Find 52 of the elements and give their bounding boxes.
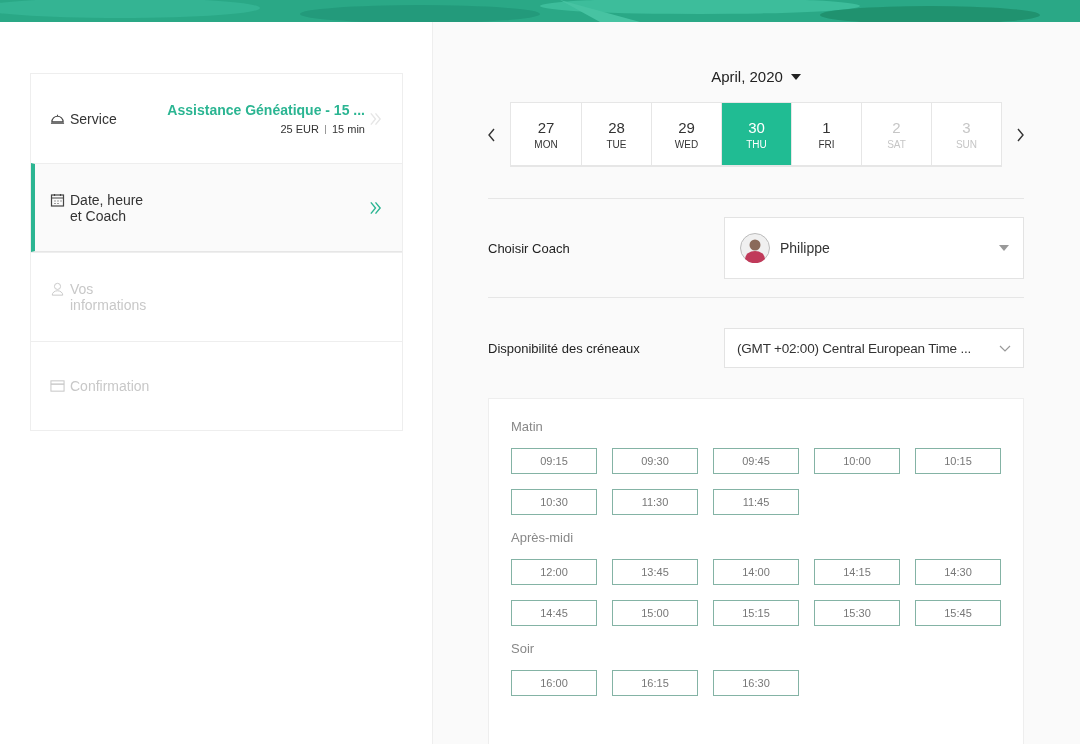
time-slot-button[interactable]: 12:00	[511, 559, 597, 585]
double-chevron-icon	[369, 199, 382, 216]
field-label: Disponibilité des créneaux	[488, 340, 640, 356]
chevron-down-icon	[999, 344, 1011, 352]
time-slot-button[interactable]: 09:15	[511, 448, 597, 474]
time-slot-button[interactable]: 14:00	[713, 559, 799, 585]
previous-icon[interactable]	[488, 127, 496, 142]
month-picker[interactable]: April, 2020	[711, 68, 801, 85]
time-slot-button[interactable]: 16:15	[612, 670, 698, 696]
period-label: Matin	[511, 419, 544, 434]
avatar-icon	[740, 233, 770, 263]
time-slot-button[interactable]: 09:30	[612, 448, 698, 474]
time-slot-button[interactable]: 16:30	[713, 670, 799, 696]
step-item[interactable]: Service Assistance Généatique - 15 ... 25 EUR 15 min	[31, 74, 402, 163]
next-icon[interactable]	[1016, 127, 1024, 142]
time-slot-button[interactable]: 16:00	[511, 670, 597, 696]
time-slot-button[interactable]: 11:30	[612, 489, 698, 515]
caret-icon	[790, 73, 801, 80]
time-slot-button[interactable]: 11:45	[713, 489, 799, 515]
step-item[interactable]: Date, heure et Coach	[31, 163, 402, 252]
period-label: Après-midi	[511, 530, 575, 545]
time-slot-button[interactable]: 15:30	[814, 600, 900, 626]
coach-select[interactable]: Philippe	[724, 217, 1024, 279]
time-slot-button[interactable]: 15:15	[713, 600, 799, 626]
time-slot-button[interactable]: 14:30	[915, 559, 1001, 585]
field-label: Choisir Coach	[488, 240, 570, 256]
timezone-select[interactable]: (GMT +02:00) Central European Time ...	[724, 328, 1024, 368]
period-label: Soir	[511, 641, 536, 656]
person-icon	[50, 282, 65, 296]
time-slot-button[interactable]: 14:15	[814, 559, 900, 585]
service-price: 25 EUR	[280, 123, 319, 135]
time-slot-button[interactable]: 09:45	[713, 448, 799, 474]
step-label: Service	[70, 110, 117, 127]
day-tab[interactable]: 28 TUE	[581, 103, 651, 165]
calendar-icon	[50, 192, 65, 207]
day-tab[interactable]: 29 WED	[651, 103, 721, 165]
service-duration: 15 min	[331, 123, 365, 135]
time-slot-button[interactable]: 10:30	[511, 489, 597, 515]
time-slot-button[interactable]: 10:15	[915, 448, 1001, 474]
step-label: Date, heure et Coach	[70, 191, 145, 224]
day-tab[interactable]: 27 MON	[511, 103, 581, 165]
time-slot-button[interactable]: 15:00	[612, 600, 698, 626]
day-tab[interactable]: 1 FRI	[791, 103, 861, 165]
caret-icon	[999, 245, 1009, 251]
time-slot-button[interactable]: 14:45	[511, 600, 597, 626]
double-chevron-icon	[369, 110, 382, 127]
card-icon	[50, 379, 65, 393]
time-slot-button[interactable]: 15:45	[915, 600, 1001, 626]
day-tab[interactable]: 30 THU	[721, 103, 791, 165]
time-slot-button[interactable]: 10:00	[814, 448, 900, 474]
time-slot-button[interactable]: 13:45	[612, 559, 698, 585]
service-name: Assistance Généatique - 15 ...	[167, 102, 365, 118]
